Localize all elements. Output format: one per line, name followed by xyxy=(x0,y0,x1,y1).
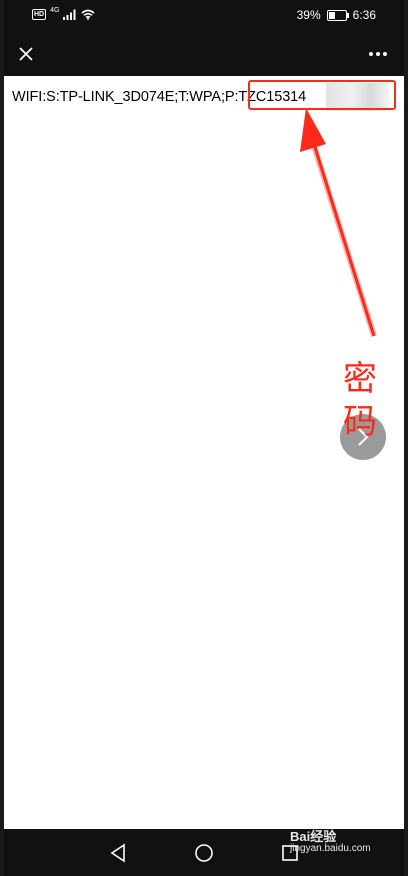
annotation-text-mi: 密 xyxy=(343,359,377,399)
battery-icon xyxy=(326,9,349,21)
signal-icon xyxy=(63,9,76,20)
status-bar: HD 4G 39% 6:36 xyxy=(4,0,404,32)
baidu-watermark: Bai经验 jingyan.baidu.com xyxy=(290,829,371,855)
wifi-icon xyxy=(81,9,95,20)
more-dots-icon xyxy=(369,52,387,56)
battery-percent: 39% xyxy=(296,8,321,22)
home-circle-icon xyxy=(195,844,213,862)
hd-badge: HD xyxy=(32,9,47,20)
battery-tip xyxy=(346,12,349,18)
close-button[interactable] xyxy=(10,38,42,70)
status-left: HD 4G xyxy=(32,7,95,20)
annotation-text-ma: 码 xyxy=(343,402,377,442)
title-bar xyxy=(4,32,404,76)
status-time: 6:36 xyxy=(352,8,376,22)
more-button[interactable] xyxy=(362,38,394,70)
status-right: 39% 6:36 xyxy=(297,8,376,22)
scan-result-content: WIFI:S:TP-LINK_3D074E;T:WPA;P:TZC15314 密… xyxy=(4,76,404,829)
network-type-label: 4G xyxy=(50,7,60,14)
back-button[interactable] xyxy=(102,837,134,869)
watermark-logo-text: Bai经验 xyxy=(290,829,337,844)
close-icon xyxy=(19,47,33,61)
frame-right xyxy=(404,0,408,876)
annotation-arrow-icon xyxy=(300,108,377,337)
back-triangle-icon xyxy=(110,843,125,863)
battery-fill xyxy=(328,11,335,19)
watermark-url: jingyan.baidu.com xyxy=(290,843,371,854)
home-button[interactable] xyxy=(188,837,220,869)
